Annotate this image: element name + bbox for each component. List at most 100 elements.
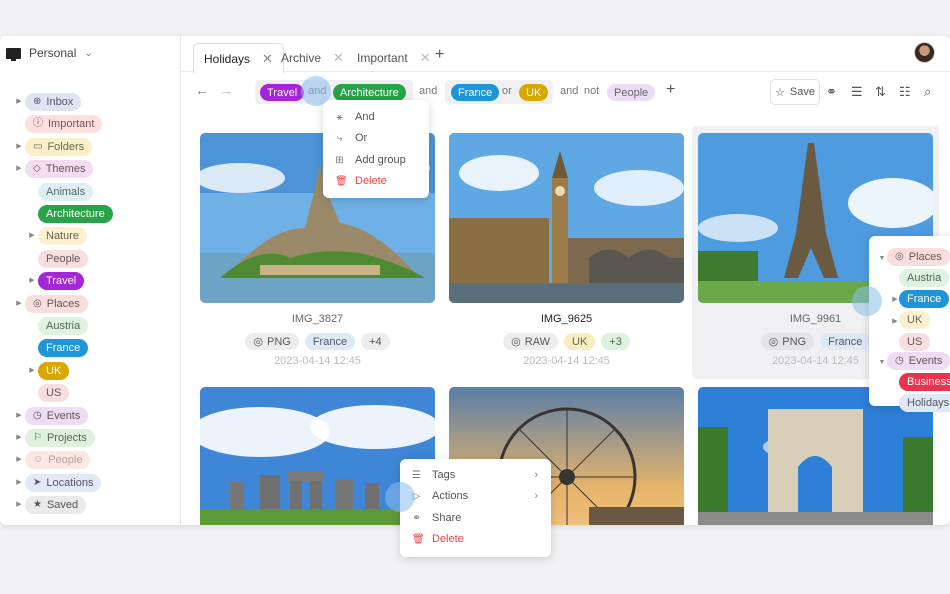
filter-tag-france[interactable]: France	[451, 84, 500, 101]
sidebar-item-pill[interactable]: ◇ Themes	[25, 160, 94, 178]
photo-name: IMG_3827	[291, 313, 344, 325]
filter-operator[interactable]: or	[502, 85, 512, 97]
expand-arrow-icon[interactable]: ▶	[15, 433, 23, 441]
search-icon[interactable]: ⌕	[924, 84, 931, 100]
photo-thumbnail[interactable]	[698, 387, 933, 525]
filter-tag-architecture[interactable]: Architecture	[333, 84, 406, 101]
expand-arrow-icon[interactable]: ▶	[28, 276, 36, 284]
sidebar-item-pill[interactable]: Animals	[38, 183, 94, 201]
sidebar-item-pill[interactable]: ⓘ Important	[25, 115, 103, 133]
save-button[interactable]: ☆ Save	[770, 79, 820, 105]
expand-arrow-icon[interactable]: ▶	[15, 142, 23, 150]
sidebar-item-label: Themes	[45, 163, 86, 175]
avatar[interactable]	[914, 42, 935, 63]
sidebar-item-pill[interactable]: ⚐ Projects	[25, 429, 95, 447]
expand-arrow-icon[interactable]: ▶	[15, 478, 23, 486]
add-tab-icon[interactable]: +	[435, 46, 444, 64]
trash-icon: 🗑	[335, 175, 348, 187]
close-icon[interactable]: ✕	[333, 50, 344, 66]
sidebar-item-pill[interactable]: ◎ Places	[25, 295, 88, 313]
sidebar-item-label: Nature	[46, 230, 80, 242]
menu-item-or[interactable]: ⤷ Or	[335, 132, 368, 144]
workspace-switcher[interactable]: Personal ⌄	[6, 46, 93, 61]
more-tags-badge[interactable]: +4	[361, 333, 390, 350]
back-arrow-icon[interactable]: ←	[195, 82, 209, 98]
expand-arrow-icon[interactable]: ▶	[15, 411, 23, 419]
sidebar-item-pill[interactable]: ⊕ Inbox	[25, 93, 82, 111]
sidebar-item-pill[interactable]: People	[38, 250, 89, 268]
format-badge[interactable]: ◎ RAW	[503, 333, 559, 350]
tag-business[interactable]: Business	[899, 373, 950, 391]
tag-holidays[interactable]: Holidays	[899, 394, 950, 412]
checklist-icon[interactable]: ☷	[899, 84, 911, 100]
sidebar-item-pill[interactable]: UK	[38, 362, 70, 380]
photo-thumbnail[interactable]	[449, 133, 684, 303]
tag-events[interactable]: ◷ Events	[887, 352, 950, 370]
filter-operator[interactable]: and	[419, 85, 437, 97]
close-icon[interactable]: ✕	[420, 50, 431, 66]
add-group-icon: ⊞	[335, 154, 344, 166]
tab-archive[interactable]: Archive ✕	[271, 43, 354, 72]
expand-arrow-icon[interactable]: ▶	[15, 97, 23, 105]
filter-operator[interactable]: and	[560, 85, 578, 97]
menu-item-tags[interactable]: ☰ Tags ›	[412, 469, 538, 481]
menu-item-actions[interactable]: ▷ Actions ›	[412, 490, 538, 502]
expand-arrow-icon[interactable]: ▶	[15, 164, 23, 172]
tag-badge[interactable]: UK	[564, 333, 596, 350]
expand-arrow-icon[interactable]: ▶	[15, 455, 23, 463]
menu-item-delete[interactable]: 🗑 Delete	[335, 175, 387, 187]
chevron-right-icon: ›	[534, 490, 538, 502]
expand-arrow-icon[interactable]: ▶	[28, 366, 36, 374]
sidebar-item-pill[interactable]: ★ Saved	[25, 496, 87, 514]
expand-arrow-icon[interactable]: ▼	[878, 255, 886, 262]
sidebar-item-pill[interactable]: ☺ People	[25, 451, 91, 469]
sort-icon[interactable]: ⇅	[875, 84, 886, 100]
expand-arrow-icon[interactable]: ▶	[891, 295, 899, 303]
format-badge[interactable]: ◎ PNG	[760, 333, 815, 350]
format-badge[interactable]: ◎ PNG	[245, 333, 299, 350]
forward-arrow-icon[interactable]: →	[219, 82, 233, 98]
menu-item-delete[interactable]: 🗑 Delete	[412, 533, 464, 545]
more-tags-badge[interactable]: +3	[601, 333, 630, 350]
add-filter-icon[interactable]: +	[666, 81, 675, 99]
tag-us[interactable]: US	[899, 333, 931, 351]
sidebar-item-pill[interactable]: Austria	[38, 317, 89, 335]
photo-tags: ◎ PNG France +4	[200, 333, 435, 350]
expand-arrow-icon[interactable]: ▼	[878, 359, 886, 366]
sidebar-item-label: Locations	[46, 477, 94, 489]
expand-arrow-icon[interactable]: ▶	[15, 500, 23, 508]
sidebar-item-pill[interactable]: US	[38, 384, 70, 402]
filter-operator[interactable]: not	[584, 85, 599, 97]
list-view-icon[interactable]: ☰	[851, 84, 863, 100]
sidebar-item-pill[interactable]: Travel	[38, 272, 85, 290]
tag-france[interactable]: France	[899, 290, 950, 308]
sidebar-item-pill[interactable]: France	[38, 339, 89, 357]
sidebar-item-label: Inbox	[46, 96, 74, 108]
tag-uk[interactable]: UK	[899, 311, 931, 329]
sidebar-item-label: Animals	[46, 186, 86, 198]
cursor-indicator	[385, 482, 415, 512]
pin-icon: ◎	[33, 298, 42, 309]
filter-group-menu: ⚹ And ⤷ Or ⊞ Add group 🗑 Delete	[323, 100, 429, 198]
expand-arrow-icon[interactable]: ▶	[891, 317, 899, 325]
share-icon[interactable]: ⚭	[826, 84, 837, 100]
sidebar-item-pill[interactable]: ➤ Locations	[25, 474, 102, 492]
trash-icon: 🗑	[412, 533, 425, 545]
sidebar-item-pill[interactable]: ◷ Events	[25, 407, 89, 425]
tag-badge[interactable]: France	[820, 333, 871, 350]
tag-austria[interactable]: Austria	[899, 269, 950, 287]
menu-item-and[interactable]: ⚹ And	[335, 111, 375, 123]
tag-badge[interactable]: France	[304, 333, 356, 350]
tab-important[interactable]: Important ✕	[347, 43, 441, 72]
sidebar-item-pill[interactable]: Nature	[38, 227, 88, 245]
menu-item-add-group[interactable]: ⊞ Add group	[335, 154, 405, 166]
expand-arrow-icon[interactable]: ▶	[28, 231, 36, 239]
sidebar-item-pill[interactable]: Architecture	[38, 205, 113, 223]
filter-tag-travel[interactable]: Travel	[260, 84, 305, 101]
filter-tag-uk[interactable]: UK	[519, 84, 549, 101]
expand-arrow-icon[interactable]: ▶	[15, 299, 23, 307]
sidebar-item-pill[interactable]: ▭ Folders	[25, 138, 93, 156]
tag-places[interactable]: ◎ Places	[887, 248, 950, 266]
filter-tag-people[interactable]: People	[607, 84, 656, 101]
menu-item-share[interactable]: ⚭ Share	[412, 512, 461, 524]
